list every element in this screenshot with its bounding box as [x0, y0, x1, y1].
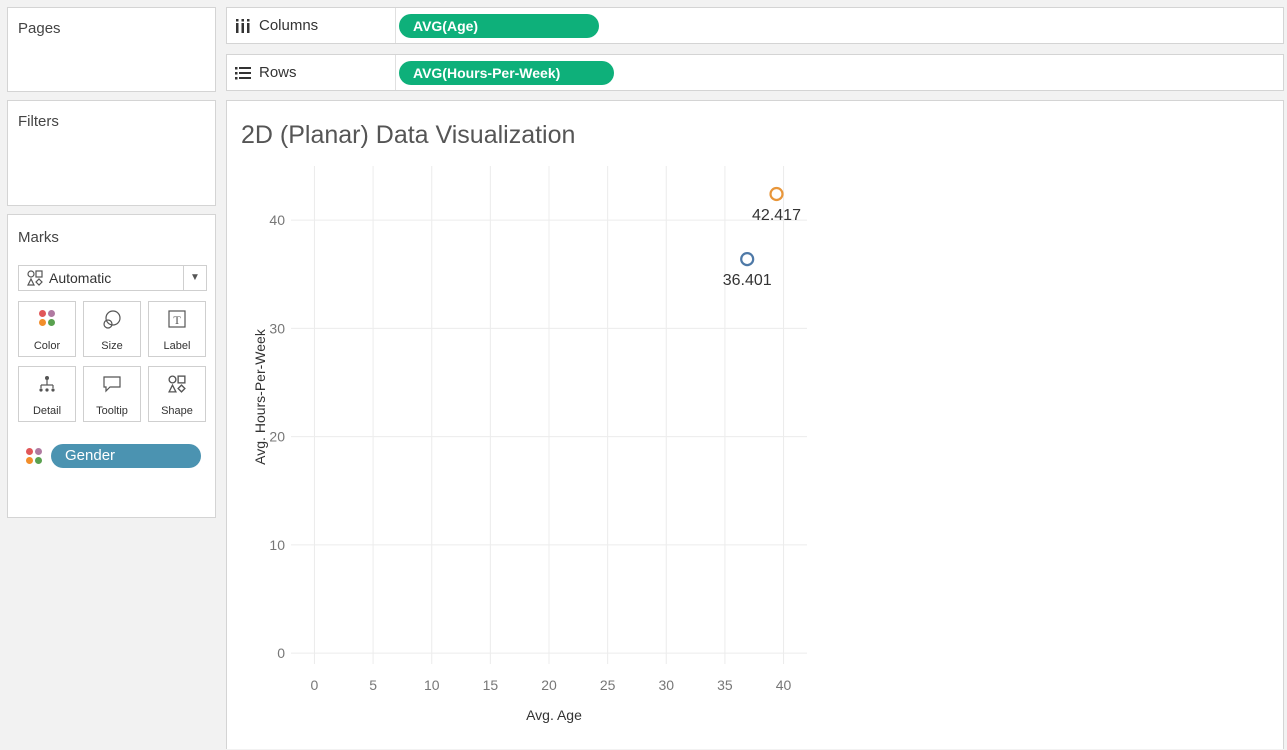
x-tick-label: 5: [369, 677, 377, 693]
gender-field-pill[interactable]: Gender: [51, 444, 201, 468]
scatter-chart[interactable]: 0 5 10 15 20 25 30 35 40 0 10 20 30 40 Avg. Age Avg. Ho…: [227, 101, 1285, 750]
y-tick-label: 40: [269, 212, 285, 228]
y-tick-label: 10: [269, 537, 285, 553]
automatic-shape-icon: [27, 270, 43, 286]
y-tick-label: 0: [277, 645, 285, 661]
detail-icon: [39, 376, 55, 392]
rows-shelf[interactable]: Rows AVG(Hours-Per-Week): [226, 54, 1284, 91]
shape-icon: [168, 375, 186, 393]
viz-canvas[interactable]: 2D (Planar) Data Visualization 0 5 10 15 20 2…: [226, 100, 1284, 749]
avg-hours-pill[interactable]: AVG(Hours-Per-Week): [399, 61, 614, 85]
data-point[interactable]: [769, 186, 784, 202]
shape-button[interactable]: Shape: [148, 366, 206, 422]
columns-icon: [236, 18, 250, 33]
size-icon: [103, 310, 121, 329]
mark-type-label: Automatic: [49, 270, 112, 286]
mark-type-dropdown[interactable]: Automatic ▼: [18, 265, 207, 291]
y-tick-label: 30: [269, 320, 285, 336]
tooltip-icon: [103, 376, 121, 393]
x-tick-label: 20: [541, 677, 557, 693]
x-tick-label: 35: [717, 677, 733, 693]
detail-button[interactable]: Detail: [18, 366, 76, 422]
marks-card: Marks Automatic ▼ Color Size T Label Det…: [7, 214, 216, 518]
filters-title: Filters: [18, 113, 59, 130]
tooltip-button[interactable]: Tooltip: [83, 366, 141, 422]
shape-label: Shape: [161, 405, 193, 417]
size-label: Size: [101, 340, 123, 352]
color-encoding-icon: [26, 448, 42, 464]
filters-shelf[interactable]: Filters: [7, 100, 216, 206]
x-axis-title: Avg. Age: [526, 707, 582, 723]
x-tick-label: 30: [658, 677, 674, 693]
pages-title: Pages: [18, 20, 61, 37]
y-axis-title: Avg. Hours-Per-Week: [252, 328, 268, 465]
detail-label: Detail: [32, 405, 62, 417]
rows-icon: [235, 66, 251, 79]
columns-label: Columns: [259, 17, 319, 34]
label-icon: T: [168, 310, 186, 328]
tooltip-label: Tooltip: [96, 405, 128, 417]
y-tick-label: 20: [269, 429, 285, 445]
rows-label: Rows: [259, 64, 297, 81]
avg-age-pill[interactable]: AVG(Age): [399, 14, 599, 38]
x-tick-label: 10: [424, 677, 440, 693]
x-tick-label: 15: [483, 677, 499, 693]
pages-shelf[interactable]: Pages: [7, 7, 216, 92]
x-tick-label: 25: [600, 677, 616, 693]
x-tick-label: 0: [311, 677, 319, 693]
columns-shelf[interactable]: Columns AVG(Age): [226, 7, 1284, 44]
data-label: 42.417: [752, 207, 801, 224]
color-button[interactable]: Color: [18, 301, 76, 357]
svg-text:T: T: [173, 313, 181, 327]
label-button[interactable]: T Label: [148, 301, 206, 357]
color-icon: [39, 310, 55, 326]
color-label: Color: [33, 340, 61, 352]
marks-title: Marks: [18, 229, 59, 246]
data-label: 36.401: [723, 272, 772, 289]
size-button[interactable]: Size: [83, 301, 141, 357]
label-label: Label: [163, 340, 191, 352]
chevron-down-icon[interactable]: ▼: [183, 266, 206, 290]
data-point[interactable]: [740, 251, 755, 267]
x-tick-label: 40: [776, 677, 792, 693]
